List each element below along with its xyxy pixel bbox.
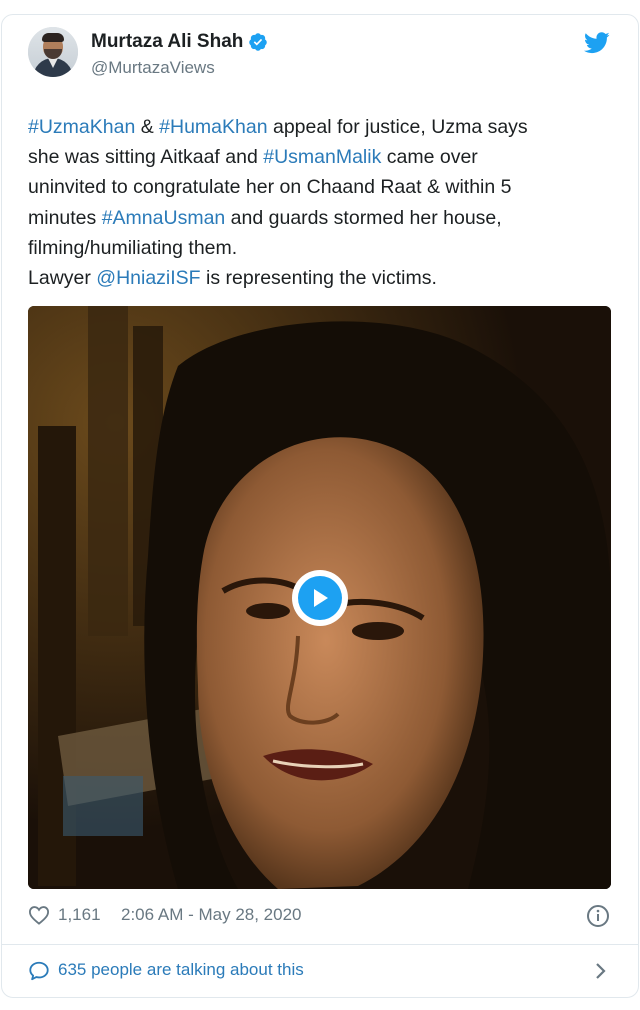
author-display-name[interactable]: Murtaza Ali Shah xyxy=(91,31,243,53)
conversation-link[interactable]: 635 people are talking about this xyxy=(28,958,612,986)
conversation-count[interactable]: 635 people are talking about this xyxy=(58,960,304,980)
tweet-text: #UzmaKhan & #HumaKhan appeal for justice… xyxy=(28,112,612,293)
like-count[interactable]: 1,161 xyxy=(58,905,101,925)
avatar[interactable] xyxy=(28,27,78,77)
tweet-text-line: filming/humiliating them. xyxy=(28,236,238,259)
tweet-timestamp[interactable]: 2:06 AM - May 28, 2020 xyxy=(121,905,302,925)
hashtag-link[interactable]: #UsmanMalik xyxy=(263,146,381,168)
twitter-bird-icon[interactable] xyxy=(584,32,610,54)
tweet-text-line: uninvited to congratulate her on Chaand … xyxy=(28,176,512,199)
video-thumbnail[interactable] xyxy=(28,306,611,889)
tweet-header: Murtaza Ali Shah @MurtazaViews xyxy=(28,27,612,83)
author-handle[interactable]: @MurtazaViews xyxy=(91,58,215,78)
author-name-row[interactable]: Murtaza Ali Shah xyxy=(91,30,268,54)
hashtag-link[interactable]: #UzmaKhan xyxy=(28,116,135,138)
divider xyxy=(1,944,639,945)
hashtag-link[interactable]: #AmnaUsman xyxy=(102,207,226,229)
tweet-text-line: Lawyer @HniaziISF is representing the vi… xyxy=(28,267,437,290)
tweet-text-line: she was sitting Aitkaaf and #UsmanMalik … xyxy=(28,146,478,169)
heart-icon[interactable] xyxy=(28,905,50,925)
mention-link[interactable]: @HniaziISF xyxy=(96,267,200,289)
hashtag-link[interactable]: #HumaKhan xyxy=(159,116,267,138)
speech-bubble-icon xyxy=(29,961,49,981)
play-icon xyxy=(314,589,328,607)
info-icon[interactable] xyxy=(586,904,610,928)
chevron-right-icon[interactable] xyxy=(593,961,609,981)
tweet-text-line: #UzmaKhan & #HumaKhan appeal for justice… xyxy=(28,116,528,138)
play-button[interactable] xyxy=(292,570,348,626)
tweet-text-line: minutes #AmnaUsman and guards stormed he… xyxy=(28,206,502,229)
tweet-meta: 1,161 2:06 AM - May 28, 2020 xyxy=(28,902,612,930)
verified-badge-icon xyxy=(249,33,268,51)
